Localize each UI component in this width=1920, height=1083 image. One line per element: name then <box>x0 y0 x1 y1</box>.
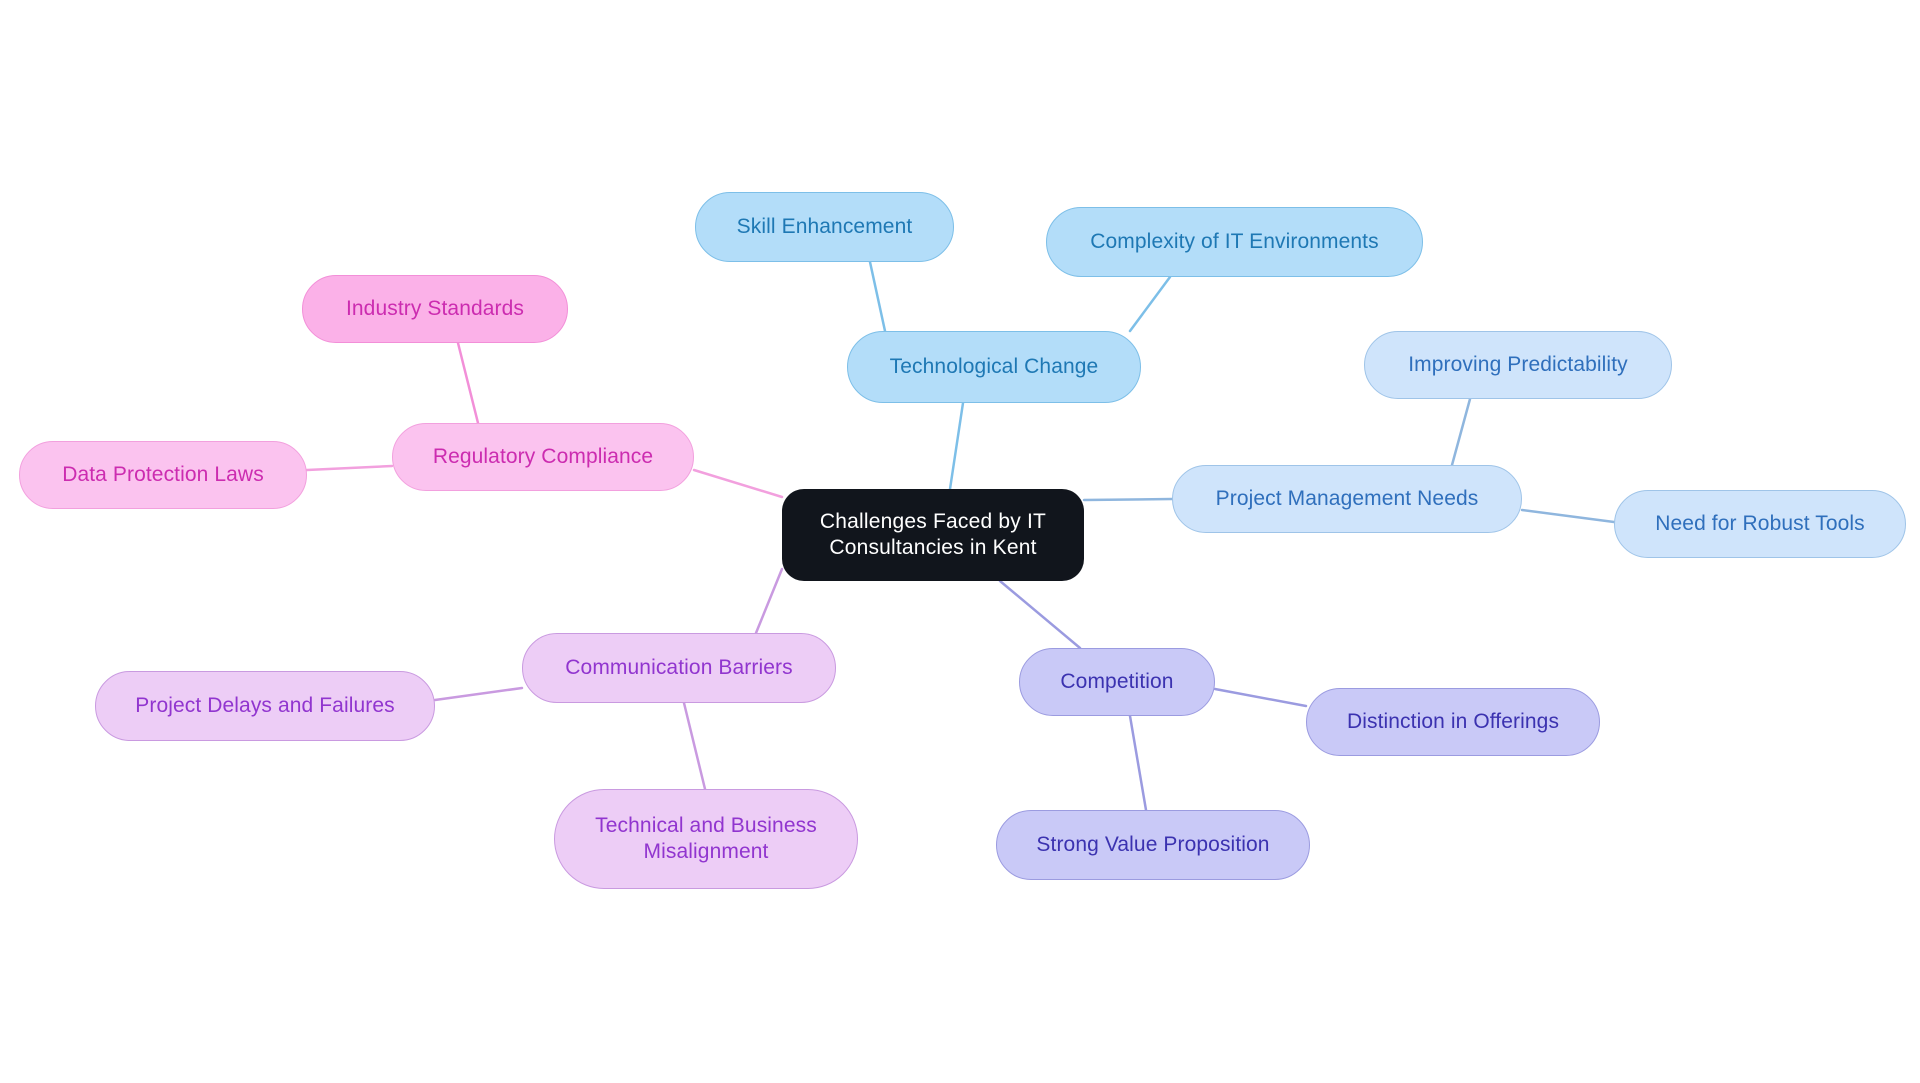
mindmap-edge <box>1128 714 1148 812</box>
mindmap-node-project-management-needs[interactable]: Project Management Needs <box>1172 465 1522 533</box>
node-label: Improving Predictability <box>1408 353 1628 377</box>
root-node-root[interactable]: Challenges Faced by IT Consultancies in … <box>782 489 1084 581</box>
node-label: Technical and Business Misalignment <box>595 814 817 863</box>
mindmap-edge <box>868 260 887 333</box>
mindmap-edge <box>692 468 784 499</box>
mindmap-edge <box>1082 497 1174 502</box>
mindmap-node-communication-barriers[interactable]: Communication Barriers <box>522 633 836 703</box>
mindmap-edge <box>1128 275 1172 333</box>
mindmap-edge <box>682 701 707 791</box>
node-label: Data Protection Laws <box>62 463 264 487</box>
node-label: Project Delays and Failures <box>135 694 395 718</box>
node-label: Industry Standards <box>345 297 525 321</box>
node-label: Strong Value Proposition <box>1036 833 1270 857</box>
mindmap-edge <box>433 686 524 702</box>
mindmap-edge <box>948 401 965 491</box>
mindmap-edge <box>1450 397 1472 467</box>
mindmap-edge <box>754 567 784 635</box>
node-label: Project Management Needs <box>1215 487 1479 511</box>
mindmap-edge <box>456 341 480 425</box>
mindmap-edge <box>305 464 394 472</box>
node-label: Competition <box>1060 670 1174 694</box>
mindmap-node-technical-and-business-misalignment[interactable]: Technical and Business Misalignment <box>554 789 858 889</box>
mindmap-node-need-for-robust-tools[interactable]: Need for Robust Tools <box>1614 490 1906 558</box>
node-label: Regulatory Compliance <box>432 445 654 469</box>
node-label: Complexity of IT Environments <box>1090 230 1379 254</box>
mindmap-edge <box>1520 508 1616 524</box>
node-label: Communication Barriers <box>565 656 793 680</box>
mindmap-canvas: Challenges Faced by IT Consultancies in … <box>0 0 1920 1083</box>
mindmap-node-regulatory-compliance[interactable]: Regulatory Compliance <box>392 423 694 491</box>
mindmap-node-technological-change[interactable]: Technological Change <box>847 331 1141 403</box>
mindmap-node-skill-enhancement[interactable]: Skill Enhancement <box>695 192 954 262</box>
node-label: Distinction in Offerings <box>1346 710 1560 734</box>
node-label: Skill Enhancement <box>736 215 913 239</box>
mindmap-node-competition[interactable]: Competition <box>1019 648 1215 716</box>
mindmap-node-complexity-of-it-environments[interactable]: Complexity of IT Environments <box>1046 207 1423 277</box>
node-label: Technological Change <box>889 355 1099 379</box>
mindmap-node-data-protection-laws[interactable]: Data Protection Laws <box>19 441 307 509</box>
mindmap-node-distinction-in-offerings[interactable]: Distinction in Offerings <box>1306 688 1600 756</box>
mindmap-edge <box>998 579 1082 650</box>
mindmap-node-strong-value-proposition[interactable]: Strong Value Proposition <box>996 810 1310 880</box>
node-label: Challenges Faced by IT Consultancies in … <box>819 510 1047 559</box>
node-label: Need for Robust Tools <box>1655 512 1865 536</box>
mindmap-edge <box>1213 687 1308 708</box>
mindmap-node-project-delays-and-failures[interactable]: Project Delays and Failures <box>95 671 435 741</box>
mindmap-node-improving-predictability[interactable]: Improving Predictability <box>1364 331 1672 399</box>
mindmap-node-industry-standards[interactable]: Industry Standards <box>302 275 568 343</box>
